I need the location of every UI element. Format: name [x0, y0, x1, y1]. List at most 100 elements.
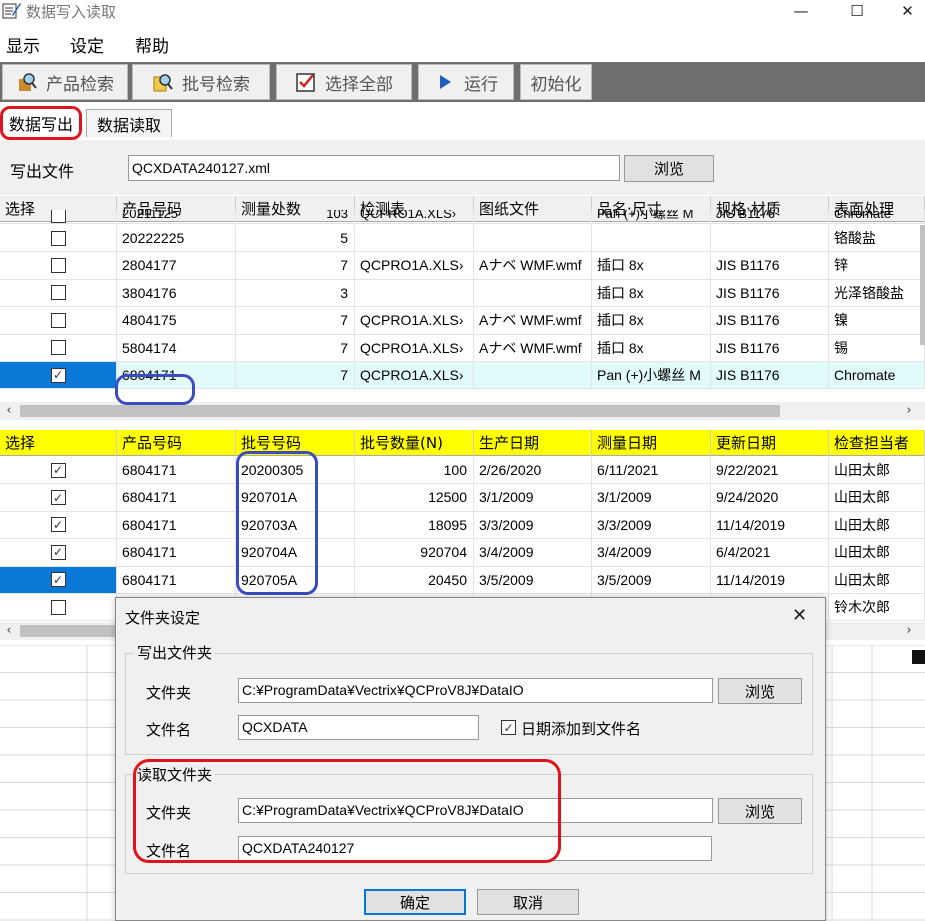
- export-folder-browse-button[interactable]: 浏览: [718, 678, 802, 704]
- cell-qty: 18095: [355, 511, 474, 539]
- cell-drawing: Aナベ WMF.wmf: [474, 334, 592, 361]
- select-all-button[interactable]: 选择全部: [276, 64, 412, 100]
- app-icon: [2, 3, 21, 19]
- column-header[interactable]: 检查担当者: [829, 430, 925, 456]
- table-row[interactable]: 20222225 5 铬酸盐: [0, 225, 925, 253]
- tab-data-import[interactable]: 数据读取: [86, 109, 172, 137]
- cancel-button[interactable]: 取消: [477, 889, 579, 915]
- close-button[interactable]: ✕: [890, 0, 925, 22]
- cell-select[interactable]: ✓: [0, 511, 117, 539]
- date-checkbox[interactable]: ✓: [501, 720, 516, 735]
- cell-count: 7: [236, 252, 355, 279]
- export-folder-legend: 写出文件夹: [134, 642, 216, 663]
- table-row[interactable]: 5804174 7 QCPRO1A.XLS› Aナベ WMF.wmf 插口 8x JIS …: [0, 334, 925, 362]
- cell-select[interactable]: ✓: [0, 457, 117, 484]
- cell-select[interactable]: [0, 252, 117, 279]
- cell-name: Pan (+)小螺丝 M: [592, 362, 711, 389]
- cell-qty: 100: [355, 457, 474, 484]
- cell-sheet: [355, 279, 474, 307]
- column-header[interactable]: 产品号码: [117, 430, 236, 456]
- cell-select[interactable]: [0, 307, 117, 334]
- cell-select[interactable]: ✓: [0, 539, 117, 566]
- cell-name: 插口 8x: [592, 334, 711, 361]
- cell-select[interactable]: [0, 279, 117, 307]
- cell-surface: Chromate: [829, 210, 925, 223]
- table-row[interactable]: ✓ 6804171 920705A 20450 3/5/2009 3/5/2009 11/1…: [0, 566, 925, 594]
- cell-select[interactable]: [0, 334, 117, 361]
- table-row[interactable]: 4804175 7 QCPRO1A.XLS› Aナベ WMF.wmf 插口 8x JIS …: [0, 307, 925, 335]
- cell-inspector: 铃木次郎: [829, 594, 925, 621]
- row-checkbox[interactable]: ✓: [50, 462, 66, 478]
- product-grid-vscroll-thumb[interactable]: [920, 225, 925, 345]
- cell-product: 4804175: [117, 307, 236, 334]
- cell-select[interactable]: ✓: [0, 566, 117, 593]
- cell-inspector: 山田太郎: [829, 511, 925, 539]
- cell-product: 6804171: [117, 484, 236, 511]
- maximize-button[interactable]: ☐: [834, 0, 880, 22]
- minimize-button[interactable]: —: [778, 0, 824, 22]
- row-checkbox[interactable]: ✓: [50, 572, 66, 588]
- cell-count: 7: [236, 334, 355, 361]
- import-folder-browse-button[interactable]: 浏览: [718, 798, 802, 824]
- column-header[interactable]: 更新日期: [711, 430, 829, 456]
- column-header[interactable]: 测量日期: [592, 430, 711, 456]
- menu-display[interactable]: 显示: [6, 32, 40, 57]
- scroll-right-icon[interactable]: ›: [900, 622, 918, 640]
- column-header[interactable]: 批号数量(N): [355, 430, 474, 456]
- row-checkbox[interactable]: [50, 340, 66, 356]
- column-header[interactable]: 生产日期: [474, 430, 592, 456]
- dialog-close-icon[interactable]: ✕: [792, 605, 807, 626]
- ok-button[interactable]: 确定: [364, 889, 466, 915]
- product-search-label: 产品检索: [46, 74, 114, 95]
- scroll-left-icon[interactable]: ‹: [0, 622, 18, 640]
- lot-search-button[interactable]: 批号检索: [132, 64, 270, 100]
- cell-name: 插口 8x: [592, 279, 711, 307]
- column-header[interactable]: 选择: [0, 430, 117, 456]
- cell-select[interactable]: ✓: [0, 484, 117, 511]
- row-checkbox[interactable]: ✓: [50, 490, 66, 506]
- table-row-partial[interactable]: 20211125 103 QCPRO1A.XLS› Pan (+)小螺丝 M J…: [0, 210, 925, 224]
- tab-data-export[interactable]: 数据写出: [0, 106, 82, 140]
- cell-inspector: 山田太郎: [829, 484, 925, 511]
- scroll-left-icon[interactable]: ‹: [0, 402, 18, 420]
- table-row[interactable]: ✓ 6804171 920703A 18095 3/3/2009 3/3/2009 11/1…: [0, 511, 925, 540]
- cell-select[interactable]: [0, 225, 117, 252]
- table-row[interactable]: 3804176 3 插口 8x JIS B1176 光泽铬酸盐: [0, 279, 925, 308]
- row-checkbox[interactable]: ✓: [50, 544, 66, 560]
- row-checkbox[interactable]: [50, 285, 66, 301]
- row-checkbox[interactable]: [50, 210, 66, 223]
- row-checkbox[interactable]: [50, 258, 66, 274]
- table-row[interactable]: 2804177 7 QCPRO1A.XLS› Aナベ WMF.wmf 插口 8x JIS …: [0, 252, 925, 280]
- cell-production-date: 3/1/2009: [474, 484, 592, 511]
- table-row[interactable]: ✓ 6804171 20200305 100 2/26/2020 6/11/2021 9/2…: [0, 457, 925, 485]
- run-button[interactable]: 运行: [418, 64, 514, 100]
- cell-product: 6804171: [117, 457, 236, 484]
- menu-help[interactable]: 帮助: [135, 32, 169, 57]
- row-checkbox[interactable]: [50, 312, 66, 328]
- menu-settings[interactable]: 设定: [70, 32, 104, 57]
- cell-sheet: QCPRO1A.XLS›: [355, 334, 474, 361]
- cell-select[interactable]: ✓: [0, 362, 117, 389]
- export-filename-label: 文件名: [146, 721, 192, 739]
- export-filename-input[interactable]: QCXDATA: [238, 715, 479, 740]
- scroll-thumb[interactable]: [20, 405, 780, 417]
- window-title: 数据写入读取: [26, 3, 117, 21]
- row-checkbox[interactable]: ✓: [50, 517, 66, 533]
- cell-measure-date: 6/11/2021: [592, 457, 711, 484]
- table-row[interactable]: ✓ 6804171 920704A 920704 3/4/2009 3/4/2009 6/4…: [0, 539, 925, 567]
- annotation-blue-oval-product: [115, 374, 195, 405]
- export-file-input[interactable]: QCXDATA240127.xml: [128, 155, 620, 181]
- initialize-button[interactable]: 初始化: [520, 64, 592, 100]
- scroll-right-icon[interactable]: ›: [900, 402, 918, 420]
- cell-product: 3804176: [117, 279, 236, 307]
- cell-select[interactable]: [0, 594, 117, 621]
- row-checkbox[interactable]: [50, 599, 66, 615]
- row-checkbox[interactable]: ✓: [50, 367, 66, 383]
- row-checkbox[interactable]: [50, 230, 66, 246]
- product-search-icon: [19, 73, 37, 91]
- export-folder-input[interactable]: C:¥ProgramData¥Vectrix¥QCProV8J¥DataIO: [238, 678, 713, 703]
- table-row[interactable]: ✓ 6804171 920701A 12500 3/1/2009 3/1/2009 9/24…: [0, 484, 925, 512]
- date-checkbox-label: 日期添加到文件名: [521, 720, 642, 738]
- product-search-button[interactable]: 产品检索: [2, 64, 128, 100]
- export-browse-button[interactable]: 浏览: [624, 155, 714, 182]
